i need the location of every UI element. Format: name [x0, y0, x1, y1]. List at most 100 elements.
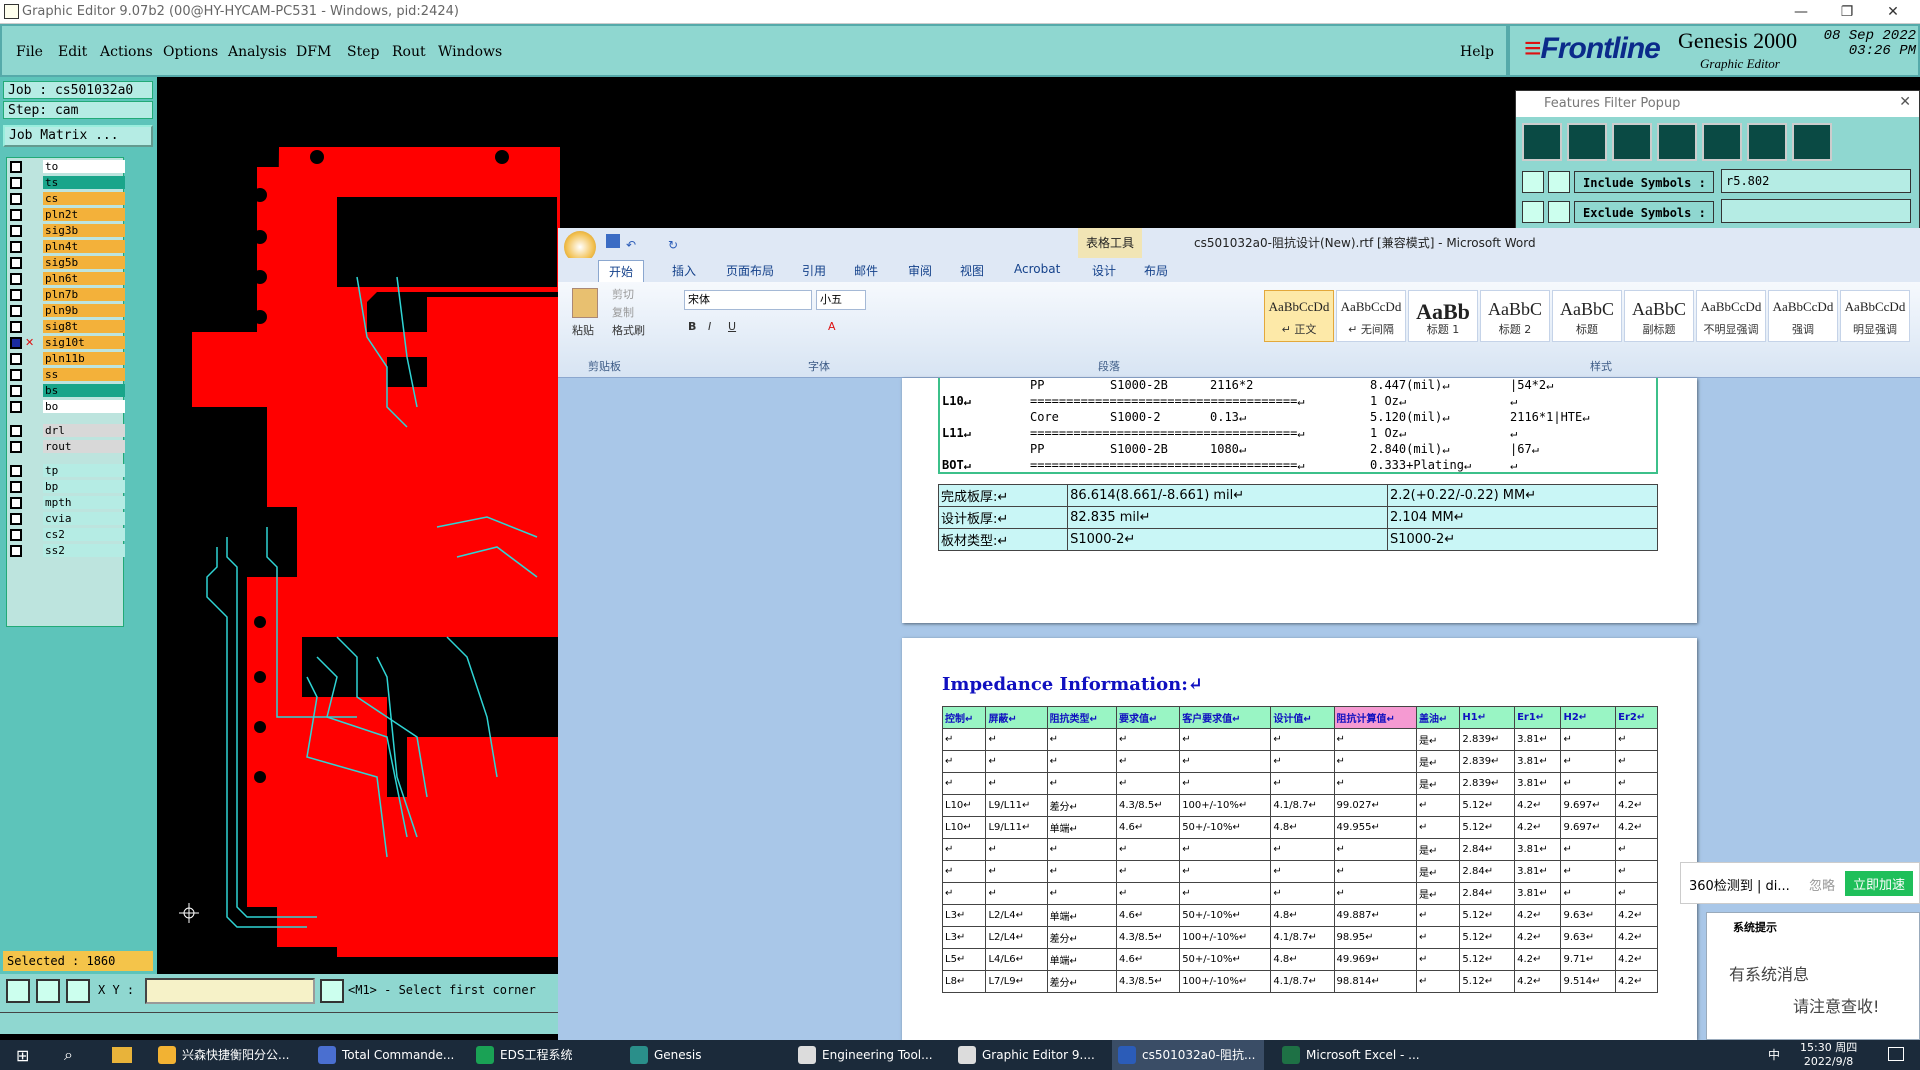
menu-analysis[interactable]: Analysis — [228, 44, 287, 60]
menu-edit[interactable]: Edit — [58, 44, 87, 60]
font-name-select[interactable]: 宋体 — [684, 290, 812, 310]
paste-icon[interactable] — [572, 288, 598, 318]
tab-review[interactable]: 审阅 — [908, 262, 932, 279]
layer-checkbox[interactable] — [10, 529, 22, 541]
style-2[interactable]: AaBb 标题 1 — [1408, 290, 1478, 342]
layer-row[interactable]: ss — [9, 368, 125, 382]
layer-row[interactable]: pln7b — [9, 288, 125, 302]
layer-checkbox[interactable] — [10, 321, 22, 333]
layer-checkbox[interactable] — [10, 241, 22, 253]
tab-mailings[interactable]: 邮件 — [854, 262, 878, 279]
undo-icon[interactable]: ↶ — [626, 230, 636, 260]
layer-checkbox[interactable] — [10, 193, 22, 205]
include-pick-icon[interactable] — [1548, 171, 1570, 193]
redo-icon[interactable]: ↻ — [668, 230, 678, 260]
layer-row[interactable]: rout — [9, 440, 125, 454]
close-icon[interactable]: ✕ — [1899, 94, 1911, 110]
font-color-icon[interactable]: A — [828, 320, 836, 333]
layer-checkbox[interactable] — [10, 337, 22, 349]
layer-row[interactable]: to — [9, 160, 125, 174]
layer-checkbox[interactable] — [10, 425, 22, 437]
ime-indicator[interactable]: 中 — [1768, 1046, 1780, 1063]
menu-rout[interactable]: Rout — [392, 44, 426, 60]
menu-dfm[interactable]: DFM — [296, 44, 331, 60]
tab-home[interactable]: 开始 — [598, 260, 645, 282]
system-clock[interactable]: 15:30 周四 2022/9/8 — [1800, 1041, 1857, 1069]
layer-checkbox[interactable] — [10, 441, 22, 453]
menu-windows[interactable]: Windows — [438, 44, 502, 60]
taskbar-app[interactable]: Total Commande... — [312, 1040, 464, 1070]
style-6[interactable]: AaBbCcDd 不明显强调 — [1696, 290, 1766, 342]
include-arrow-icon[interactable] — [1522, 171, 1544, 193]
line-filter-icon[interactable] — [1522, 123, 1562, 161]
style-5[interactable]: AaBbC 副标题 — [1624, 290, 1694, 342]
taskbar-app[interactable]: cs501032a0-阻抗... — [1112, 1040, 1264, 1070]
xy-input[interactable] — [145, 978, 315, 1004]
layer-checkbox[interactable] — [10, 305, 22, 317]
menu-help[interactable]: Help — [1460, 44, 1494, 60]
layer-row[interactable]: ss2 — [9, 544, 125, 558]
layer-row[interactable]: cvia — [9, 512, 125, 526]
layer-checkbox[interactable] — [10, 353, 22, 365]
layer-row[interactable]: tp — [9, 464, 125, 478]
layer-row[interactable]: sig8t — [9, 320, 125, 334]
format-painter-button[interactable]: 格式刷 — [612, 322, 645, 338]
tab-insert[interactable]: 插入 — [672, 262, 696, 279]
accelerate-button[interactable]: 立即加速 — [1845, 871, 1914, 896]
style-3[interactable]: AaBbC 标题 2 — [1480, 290, 1550, 342]
style-8[interactable]: AaBbCcDd 明显强调 — [1840, 290, 1910, 342]
layer-row[interactable]: sig5b — [9, 256, 125, 270]
layer-checkbox[interactable] — [10, 369, 22, 381]
zoom-out-icon[interactable] — [36, 979, 60, 1003]
style-4[interactable]: AaBbC 标题 — [1552, 290, 1622, 342]
layer-checkbox[interactable] — [10, 497, 22, 509]
include-symbols-input[interactable]: r5.802 — [1721, 169, 1911, 193]
paragraph-align-buttons[interactable] — [908, 316, 1088, 338]
taskbar-app[interactable]: Microsoft Excel - ... — [1276, 1040, 1428, 1070]
tab-page-layout[interactable]: 页面布局 — [726, 262, 774, 279]
pad-filter-icon[interactable] — [1567, 123, 1607, 161]
tab-design[interactable]: 设计 — [1092, 262, 1116, 279]
file-explorer-icon[interactable] — [112, 1047, 132, 1063]
layer-checkbox[interactable] — [10, 161, 22, 173]
pause-icon[interactable] — [320, 979, 344, 1003]
taskbar-app[interactable]: EDS工程系统 — [470, 1040, 622, 1070]
layer-row[interactable]: pln11b — [9, 352, 125, 366]
notification-icon[interactable] — [1888, 1047, 1904, 1061]
tab-references[interactable]: 引用 — [802, 262, 826, 279]
minimize-button[interactable]: — — [1778, 0, 1824, 24]
tab-acrobat[interactable]: Acrobat — [1014, 262, 1060, 276]
layer-checkbox[interactable] — [10, 401, 22, 413]
style-0[interactable]: AaBbCcDd ↵ 正文 — [1264, 290, 1334, 342]
layer-checkbox[interactable] — [10, 481, 22, 493]
layer-checkbox[interactable] — [10, 385, 22, 397]
layer-checkbox[interactable] — [10, 289, 22, 301]
restore-button[interactable]: ❐ — [1824, 0, 1870, 24]
exclude-pick-icon[interactable] — [1548, 201, 1570, 223]
copy-button[interactable]: 复制 — [612, 304, 634, 320]
layer-checkbox[interactable] — [10, 513, 22, 525]
ignore-button[interactable]: 忽略 — [1809, 875, 1835, 894]
tab-view[interactable]: 视图 — [960, 262, 984, 279]
zoom-area-icon[interactable] — [6, 979, 30, 1003]
taskbar-app[interactable]: Engineering Tool... — [792, 1040, 944, 1070]
exclude-symbols-input[interactable] — [1721, 199, 1911, 223]
menu-actions[interactable]: Actions — [100, 44, 153, 60]
layer-row[interactable]: cs — [9, 192, 125, 206]
style-7[interactable]: AaBbCcDd 强调 — [1768, 290, 1838, 342]
layer-row[interactable]: pln9b — [9, 304, 125, 318]
style-1[interactable]: AaBbCcDd ↵ 无间隔 — [1336, 290, 1406, 342]
layer-row[interactable]: pln4t — [9, 240, 125, 254]
save-icon[interactable] — [606, 234, 620, 248]
tab-layout[interactable]: 布局 — [1144, 262, 1168, 279]
taskbar-app[interactable]: Genesis — [624, 1040, 776, 1070]
layer-checkbox[interactable] — [10, 225, 22, 237]
layer-row[interactable]: cs2 — [9, 528, 125, 542]
italic-icon[interactable]: I — [708, 320, 711, 333]
taskbar-app[interactable]: Graphic Editor 9.... — [952, 1040, 1104, 1070]
layer-checkbox[interactable] — [10, 209, 22, 221]
cut-button[interactable]: 剪切 — [612, 286, 634, 302]
layer-checkbox[interactable] — [10, 177, 22, 189]
menu-options[interactable]: Options — [163, 44, 218, 60]
layer-row[interactable]: bs — [9, 384, 125, 398]
